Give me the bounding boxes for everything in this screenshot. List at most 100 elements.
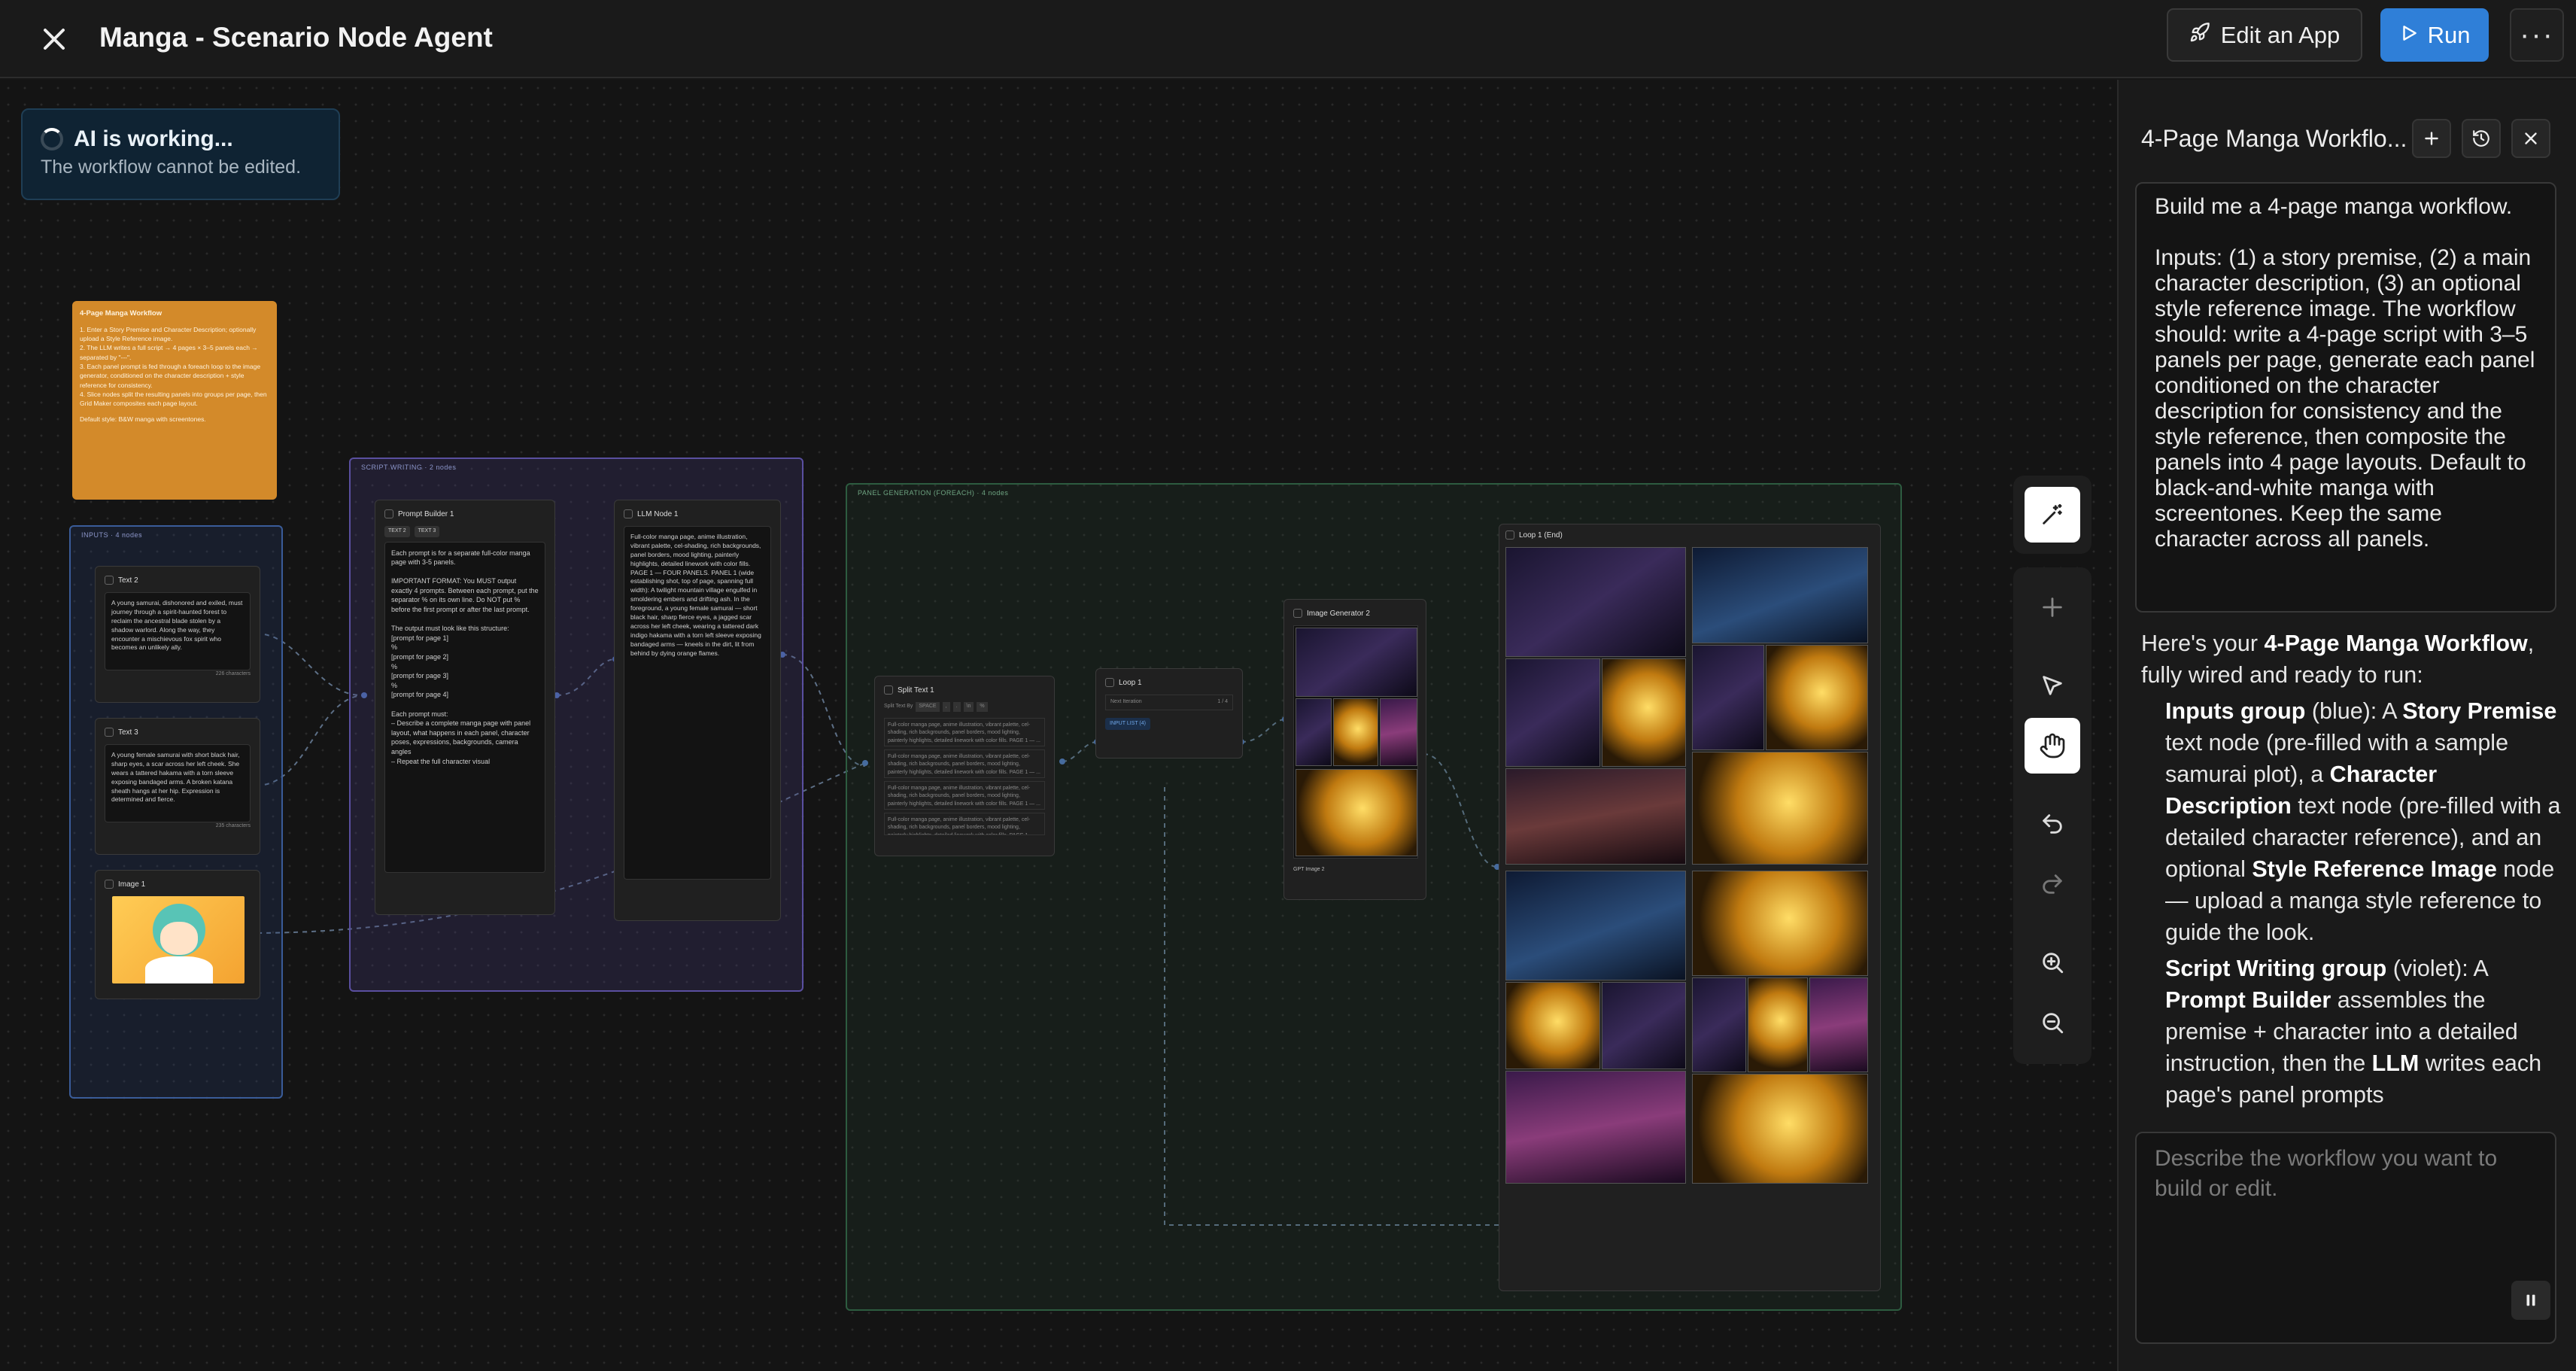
manga-page-3-panel (1602, 982, 1686, 1069)
manga-page-3-panel (1505, 871, 1686, 980)
chat-input[interactable] (2137, 1133, 2555, 1342)
split-opt-comma[interactable]: , (942, 702, 950, 712)
manga-page-1-panel (1505, 547, 1686, 657)
prompt-builder-title: Prompt Builder 1 (398, 509, 454, 518)
reply-bullet-inputs: Inputs group (blue): A Story Premise tex… (2165, 698, 2561, 945)
close-icon (2525, 132, 2537, 144)
edit-app-button[interactable]: Edit an App (2167, 8, 2362, 62)
add-node-button[interactable] (2025, 579, 2080, 635)
loop-input-list[interactable]: INPUT LIST (4) (1105, 717, 1150, 730)
manga-page-3-panel (1505, 1071, 1686, 1184)
script-writing-group[interactable]: SCRIPT WRITING · 2 nodes Prompt Builder … (349, 458, 803, 992)
history-button[interactable] (2462, 119, 2501, 158)
inputs-group-label: INPUTS · 4 nodes (81, 531, 143, 539)
text-3-title: Text 3 (118, 728, 138, 737)
image-1-title: Image 1 (118, 880, 146, 889)
assistant-message: Here's your 4-Page Manga Workflow, fully… (2141, 628, 2567, 1112)
redo-icon (2043, 874, 2062, 894)
inputs-group[interactable]: INPUTS · 4 nodes Text 2 A young samurai,… (69, 525, 283, 1099)
manga-page-1-panel (1505, 658, 1600, 767)
split-text-node[interactable]: Split Text 1 Split Text By SPACE , . \n … (874, 676, 1055, 856)
new-chat-button[interactable] (2412, 119, 2451, 158)
hand-icon (2040, 733, 2065, 758)
undo-icon (2043, 814, 2062, 834)
ai-chat-panel: 4-Page Manga Workflo... Build me a 4-pag… (2117, 80, 2576, 1371)
text-3-node[interactable]: Text 3 A young female samurai with short… (95, 718, 260, 855)
split-opt-newline[interactable]: \n (963, 702, 974, 712)
prompt-builder-body[interactable]: Each prompt is for a separate full-color… (384, 541, 545, 873)
tag-text-3[interactable]: TEXT 3 (414, 526, 440, 537)
text-node-icon (105, 576, 114, 585)
workflow-canvas[interactable]: AI is working... The workflow cannot be … (0, 80, 2117, 1371)
pause-icon (2526, 1294, 2535, 1306)
text-3-body[interactable]: A young female samurai with short black … (105, 744, 251, 822)
text-3-count: 235 characters (215, 823, 251, 828)
manga-page-4-panel (1692, 1074, 1868, 1184)
redo-button[interactable] (2025, 856, 2080, 912)
split-opt-percent[interactable]: % (977, 702, 988, 712)
tag-text-2[interactable]: TEXT 2 (384, 526, 410, 537)
note-line-2: 2. The LLM writes a full script → 4 page… (80, 344, 258, 361)
manga-page-2-panel (1692, 547, 1868, 643)
llm-output: Full-color manga page, anime illustratio… (624, 526, 771, 880)
loop-end-node[interactable]: Loop 1 (End) (1499, 524, 1881, 1291)
image-1-node[interactable]: Image 1 (95, 870, 260, 999)
loop-node[interactable]: Loop 1 Next Iteration 1 / 4 INPUT LIST (… (1095, 668, 1243, 758)
workflow-sticky-note[interactable]: 4-Page Manga Workflow 1. Enter a Story P… (72, 301, 277, 500)
manga-page-2-panel (1766, 645, 1868, 750)
page-title: Manga - Scenario Node Agent (99, 22, 493, 53)
chat-title: 4-Page Manga Workflo... (2141, 125, 2407, 152)
zoom-out-button[interactable] (2025, 995, 2080, 1050)
select-tool-button[interactable] (2025, 658, 2080, 713)
loop-end-results (1505, 547, 1874, 1284)
magic-wand-icon (2043, 503, 2062, 524)
more-icon: ··· (2520, 18, 2554, 51)
close-panel-button[interactable] (2511, 119, 2550, 158)
history-icon (2473, 130, 2489, 147)
image-gen-preview (1293, 625, 1418, 859)
split-item: Full-color manga page, anime illustratio… (884, 749, 1045, 778)
note-title: 4-Page Manga Workflow (80, 309, 163, 318)
llm-node[interactable]: LLM Node 1 Full-color manga page, anime … (614, 500, 781, 921)
manga-page-2-panel (1692, 645, 1764, 750)
manga-page-4-panel (1692, 871, 1868, 976)
llm-title: LLM Node 1 (637, 509, 679, 518)
gpt-image-model[interactable]: GPT Image 2 (1293, 866, 1417, 874)
more-options-button[interactable]: ··· (2510, 8, 2564, 62)
split-opt-space[interactable]: SPACE (916, 702, 940, 712)
panel-generation-group[interactable]: PANEL GENERATION (FOREACH) · 4 nodes Spl… (846, 483, 1902, 1311)
split-item: Full-color manga page, anime illustratio… (884, 812, 1045, 835)
prompt-builder-node[interactable]: Prompt Builder 1 TEXT 2 TEXT 3 Each prom… (375, 500, 555, 915)
pointer-icon (2043, 676, 2062, 695)
image-generator-node[interactable]: Image Generator 2 GPT Image 2 (1283, 599, 1426, 900)
chat-composer (2135, 1132, 2556, 1344)
reply-intro: Here's your (2141, 631, 2265, 656)
text-node-icon (105, 728, 114, 737)
rocket-icon (2189, 22, 2210, 49)
loop-node-icon (1105, 678, 1114, 687)
split-title: Split Text 1 (898, 686, 934, 695)
run-button[interactable]: Run (2380, 8, 2489, 62)
pause-button[interactable] (2511, 1281, 2550, 1320)
text-2-node[interactable]: Text 2 A young samurai, dishonored and e… (95, 566, 260, 703)
pan-tool-button[interactable] (2025, 718, 2080, 774)
reply-intro-bold: 4-Page Manga Workflow (2264, 631, 2528, 656)
user-message: Build me a 4-page manga workflow. Inputs… (2135, 182, 2556, 613)
llm-node-icon (624, 509, 633, 518)
text-2-title: Text 2 (118, 576, 138, 585)
text-2-count: 226 characters (215, 671, 251, 676)
ai-magic-button[interactable] (2013, 476, 2091, 554)
undo-button[interactable] (2025, 796, 2080, 852)
loop-title: Loop 1 (1119, 678, 1142, 687)
loop-iteration-value: 1 / 4 (1217, 699, 1228, 704)
split-opt-period[interactable]: . (952, 702, 961, 712)
zoom-in-button[interactable] (2025, 935, 2080, 990)
split-by-label: Split Text By (884, 704, 913, 709)
play-icon (2399, 22, 2419, 49)
script-group-label: SCRIPT WRITING · 2 nodes (361, 464, 457, 471)
text-2-body[interactable]: A young samurai, dishonored and exiled, … (105, 592, 251, 670)
prompt-node-icon (384, 509, 393, 518)
close-icon[interactable] (33, 18, 75, 60)
add-icon (2043, 597, 2062, 617)
image-node-icon (105, 880, 114, 889)
